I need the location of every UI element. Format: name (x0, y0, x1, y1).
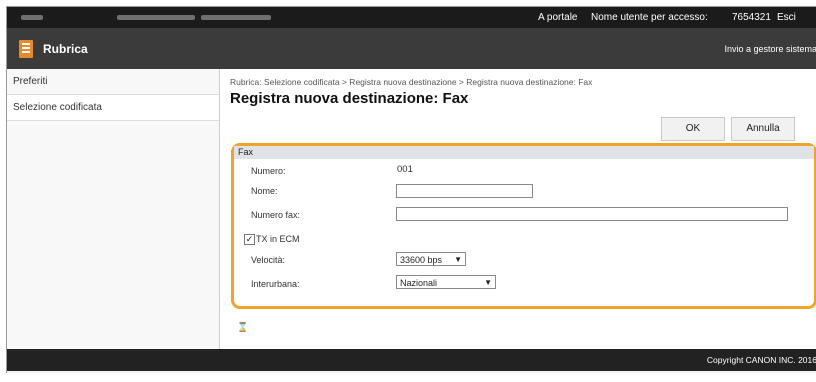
blurred-text (21, 15, 43, 20)
fax-settings-panel: Fax Numero: 001 Nome: Numero fax: ✓ TX i… (231, 143, 816, 309)
speed-value: 33600 bps (400, 255, 443, 265)
top-bar: A portale Nome utente per accesso: 76543… (7, 7, 816, 28)
fax-number-label: Numero fax: (251, 210, 301, 220)
ecm-label: TX in ECM (256, 234, 300, 244)
speed-label: Velocità: (251, 255, 286, 265)
speed-select[interactable]: 33600 bps ▼ (396, 252, 466, 266)
breadcrumb: Rubrica: Selezione codificata > Registra… (230, 77, 593, 87)
address-book-icon (19, 40, 33, 58)
send-to-manager-link[interactable]: Invio a gestore sistema (724, 44, 816, 54)
sidebar-item-favorites[interactable]: Preferiti (7, 69, 219, 95)
long-distance-value: Nazionali (400, 278, 438, 288)
logout-link[interactable]: Esci (777, 12, 796, 23)
fax-number-field[interactable] (396, 207, 788, 221)
section-header: Fax (234, 146, 814, 159)
ok-button[interactable]: OK (661, 117, 725, 141)
hourglass-icon: ⌛ (237, 322, 249, 332)
login-user-label: Nome utente per accesso: (591, 12, 708, 23)
long-distance-select[interactable]: Nazionali ▼ (396, 275, 496, 289)
chevron-down-icon: ▼ (484, 278, 492, 287)
page-title: Registra nuova destinazione: Fax (230, 90, 469, 107)
name-field[interactable] (396, 184, 533, 198)
blurred-text (201, 15, 271, 20)
cancel-button[interactable]: Annulla (731, 117, 795, 141)
footer: Copyright CANON INC. 2016 (7, 349, 816, 371)
app-title: Rubrica (43, 42, 88, 56)
long-distance-label: Interurbana: (251, 279, 300, 289)
ecm-checkbox[interactable]: ✓ (244, 234, 255, 245)
main-content: Rubrica: Selezione codificata > Registra… (220, 69, 816, 349)
login-user-value: 7654321 (732, 12, 771, 23)
browser-page: A portale Nome utente per accesso: 76543… (6, 6, 816, 373)
number-label: Numero: (251, 166, 286, 176)
name-label: Nome: (251, 186, 278, 196)
blurred-text (117, 15, 195, 20)
portal-link[interactable]: A portale (538, 12, 577, 23)
chevron-down-icon: ▼ (454, 255, 462, 264)
number-value: 001 (397, 164, 413, 175)
sidebar-item-coded-dial[interactable]: Selezione codificata (7, 95, 219, 121)
app-header: Rubrica Invio a gestore sistema (7, 28, 816, 70)
sidebar: Preferiti Selezione codificata (7, 69, 220, 349)
copyright-text: Copyright CANON INC. 2016 (706, 355, 816, 365)
